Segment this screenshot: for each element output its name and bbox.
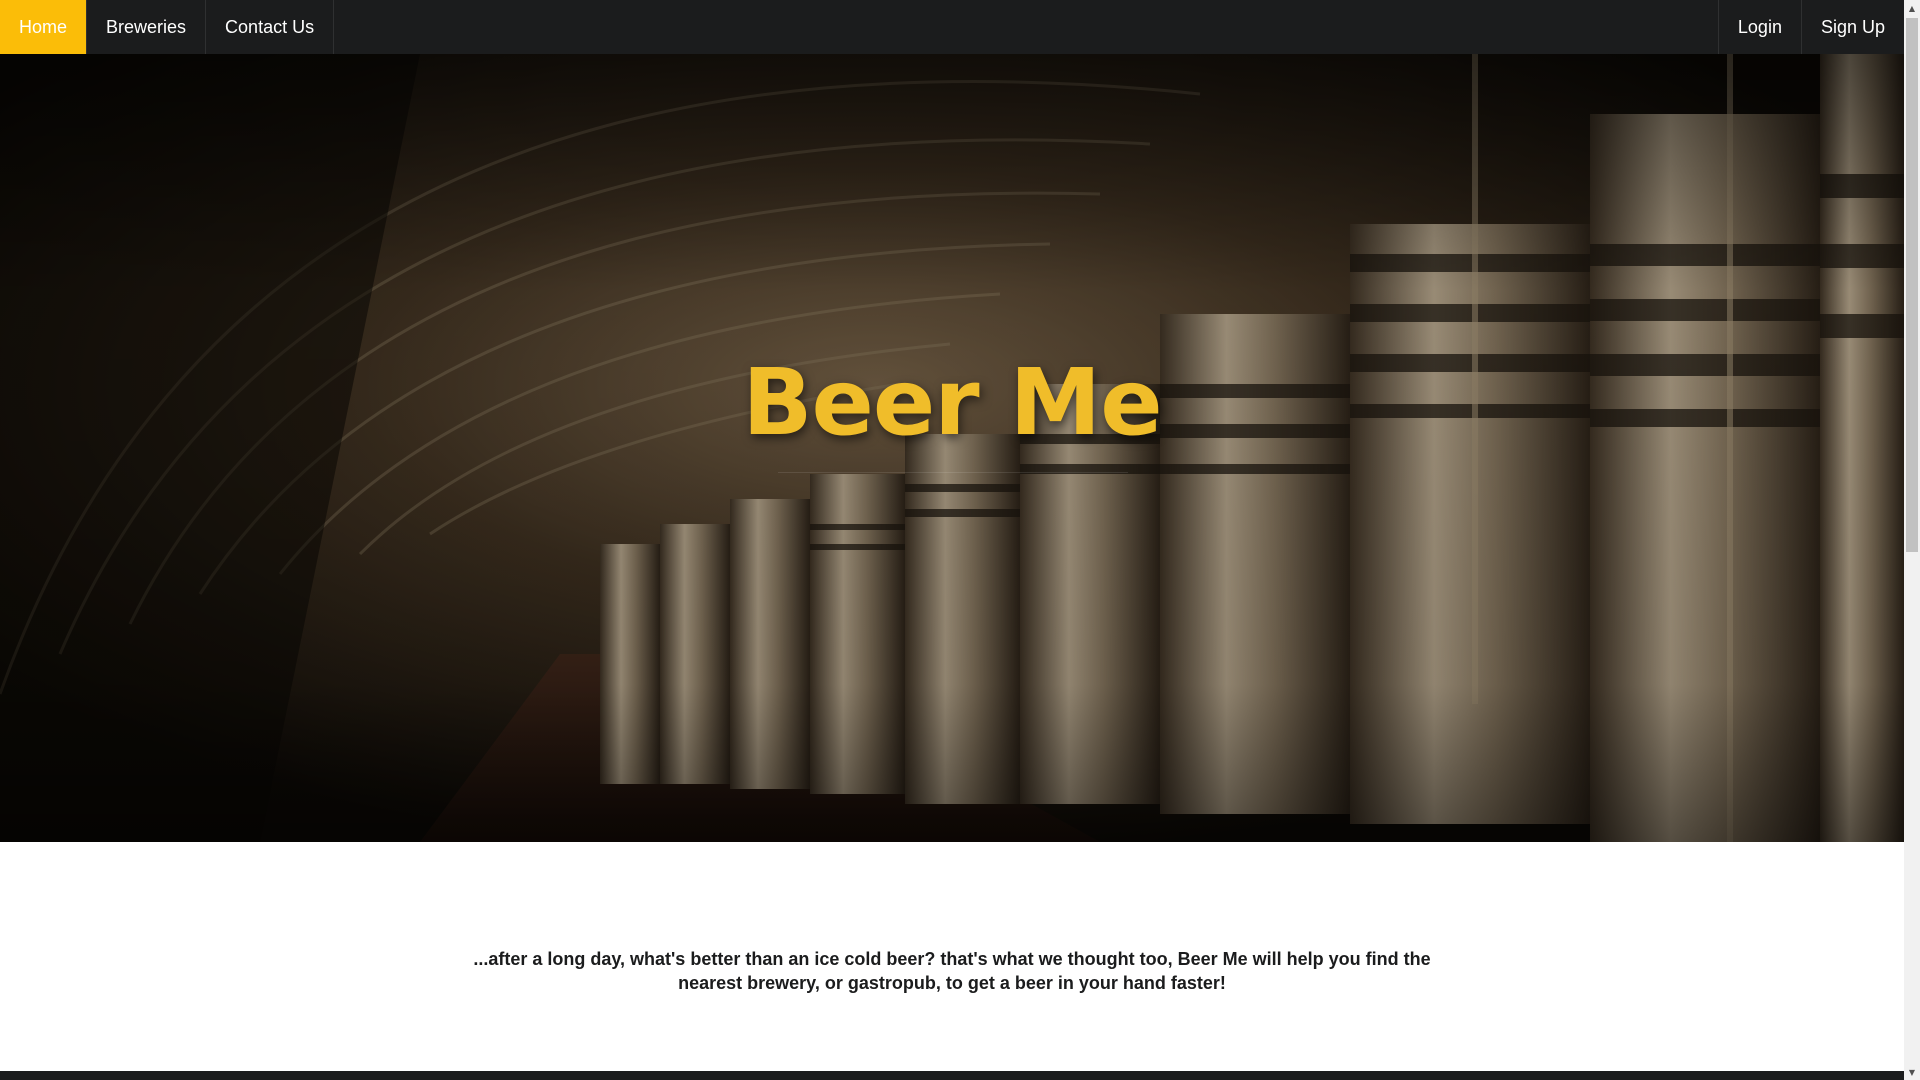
scroll-up-arrow-icon[interactable]: ▲ bbox=[1904, 0, 1920, 16]
scrollbar-thumb[interactable] bbox=[1906, 18, 1918, 552]
nav-left-group: Home Breweries Contact Us bbox=[0, 0, 335, 54]
nav-right-group: Login Sign Up bbox=[1717, 0, 1904, 54]
nav-breweries-link[interactable]: Breweries bbox=[87, 0, 207, 54]
hero-title-divider bbox=[778, 472, 1128, 473]
footer-bar bbox=[0, 1071, 1904, 1080]
page-scrollbar[interactable]: ▲ ▼ bbox=[1904, 0, 1920, 1080]
nav-contact-us-link[interactable]: Contact Us bbox=[206, 0, 335, 54]
nav-login-link[interactable]: Login bbox=[1717, 0, 1801, 54]
scroll-down-arrow-icon[interactable]: ▼ bbox=[1904, 1064, 1920, 1080]
hero-banner: Beer Me bbox=[0, 54, 1904, 842]
hero-title: Beer Me bbox=[742, 349, 1162, 456]
nav-signup-link[interactable]: Sign Up bbox=[1800, 0, 1904, 54]
nav-home-link[interactable]: Home bbox=[0, 0, 88, 54]
top-navbar: Home Breweries Contact Us Login Sign Up bbox=[0, 0, 1904, 54]
tagline-text: ...after a long day, what's better than … bbox=[473, 949, 1431, 993]
